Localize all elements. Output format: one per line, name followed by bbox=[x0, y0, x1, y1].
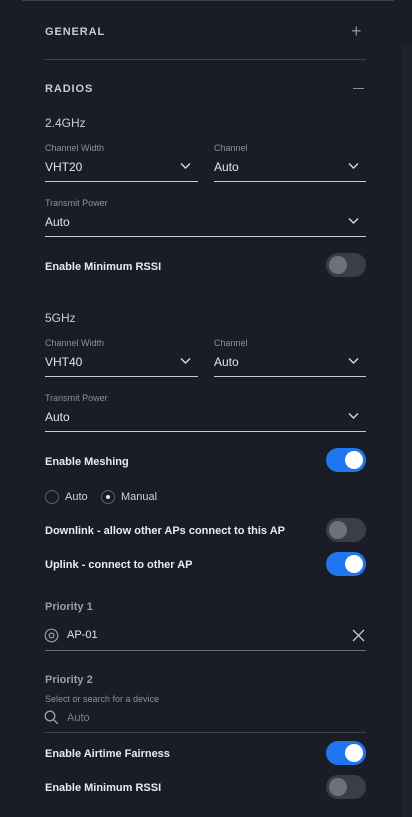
priority-2-underline bbox=[45, 732, 366, 733]
transmit-power-value[interactable]: Auto bbox=[45, 410, 70, 424]
downlink-label: Downlink - allow other APs connect to th… bbox=[45, 525, 285, 537]
min-rssi-label: Enable Minimum RSSI bbox=[45, 261, 162, 273]
transmit-power-label: Transmit Power bbox=[45, 393, 108, 403]
priority-2-hint: Select or search for a device bbox=[45, 694, 160, 704]
channel-width-label: Channel Width bbox=[45, 338, 105, 348]
channel-width-label: Channel Width bbox=[45, 143, 105, 153]
channel-width-value[interactable]: VHT20 bbox=[45, 160, 82, 174]
uplink-toggle[interactable] bbox=[326, 552, 366, 576]
transmit-power-value[interactable]: Auto bbox=[45, 215, 70, 229]
section-title-radios[interactable]: RADIOS bbox=[45, 83, 93, 95]
toggle-knob bbox=[329, 256, 347, 274]
section-title-general[interactable]: GENERAL bbox=[45, 26, 105, 38]
chevron-down-icon[interactable] bbox=[348, 412, 359, 420]
channel-width-underline bbox=[45, 181, 198, 182]
target-icon bbox=[44, 628, 59, 643]
priority-2-search-input[interactable]: Auto bbox=[67, 712, 90, 724]
section-divider bbox=[45, 59, 366, 60]
transmit-power-underline bbox=[45, 236, 366, 237]
mesh-mode-auto-radio[interactable] bbox=[45, 490, 59, 504]
mesh-mode-manual-radio[interactable] bbox=[101, 490, 115, 504]
channel-value[interactable]: Auto bbox=[214, 160, 239, 174]
chevron-down-icon[interactable] bbox=[348, 217, 359, 225]
priority-1-label: Priority 1 bbox=[45, 601, 93, 613]
uplink-label: Uplink - connect to other AP bbox=[45, 559, 193, 571]
channel-label: Channel bbox=[214, 338, 248, 348]
channel-width-value[interactable]: VHT40 bbox=[45, 355, 82, 369]
plus-icon[interactable]: + bbox=[351, 22, 362, 40]
priority-1-underline bbox=[45, 650, 366, 651]
min-rssi-label: Enable Minimum RSSI bbox=[45, 782, 162, 794]
min-rssi-toggle[interactable] bbox=[326, 253, 366, 277]
search-icon bbox=[44, 710, 59, 725]
meshing-label: Enable Meshing bbox=[45, 456, 129, 468]
band-title-24ghz: 2.4GHz bbox=[45, 116, 86, 130]
chevron-down-icon[interactable] bbox=[348, 162, 359, 170]
channel-value[interactable]: Auto bbox=[214, 355, 239, 369]
chevron-down-icon[interactable] bbox=[348, 357, 359, 365]
channel-width-underline bbox=[45, 376, 198, 377]
mesh-mode-manual-label[interactable]: Manual bbox=[121, 491, 157, 503]
channel-underline bbox=[214, 376, 366, 377]
meshing-toggle[interactable] bbox=[326, 448, 366, 472]
mesh-mode-auto-label[interactable]: Auto bbox=[65, 491, 88, 503]
airtime-fairness-toggle[interactable] bbox=[326, 741, 366, 765]
downlink-toggle[interactable] bbox=[326, 518, 366, 542]
channel-label: Channel bbox=[214, 143, 248, 153]
band-title-5ghz: 5GHz bbox=[45, 311, 76, 325]
min-rssi-toggle[interactable] bbox=[326, 775, 366, 799]
channel-underline bbox=[214, 181, 366, 182]
close-icon[interactable] bbox=[352, 629, 365, 642]
toggle-knob bbox=[345, 451, 363, 469]
toggle-knob bbox=[329, 521, 347, 539]
chevron-down-icon[interactable] bbox=[180, 357, 191, 365]
transmit-power-label: Transmit Power bbox=[45, 198, 108, 208]
priority-1-value[interactable]: AP-01 bbox=[67, 629, 98, 641]
toggle-knob bbox=[345, 555, 363, 573]
airtime-fairness-label: Enable Airtime Fairness bbox=[45, 748, 170, 760]
transmit-power-underline bbox=[45, 431, 366, 432]
priority-2-label: Priority 2 bbox=[45, 674, 93, 686]
toggle-knob bbox=[345, 744, 363, 762]
settings-panel: GENERAL + RADIOS 2.4GHz Channel Width VH… bbox=[22, 0, 394, 817]
chevron-down-icon[interactable] bbox=[180, 162, 191, 170]
minus-icon[interactable] bbox=[353, 88, 364, 89]
scrollbar-track[interactable] bbox=[401, 44, 412, 817]
toggle-knob bbox=[329, 778, 347, 796]
